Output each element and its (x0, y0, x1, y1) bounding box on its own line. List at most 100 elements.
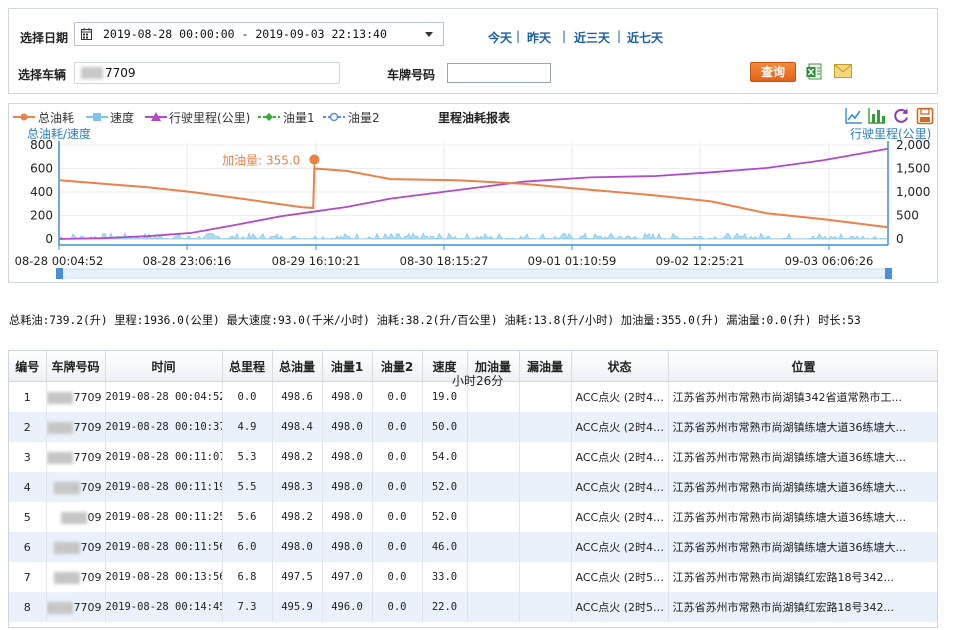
table-row[interactable]: 2 7709 2019-08-28 00:10:37 4.9 498.4 498.0 0.0… (9, 412, 937, 442)
table-cell: 33.0 (422, 562, 468, 592)
table-cell: 709 (46, 562, 106, 592)
table-cell: 498.0 (322, 532, 373, 562)
table-cell (467, 592, 520, 622)
status-cell: ACC点火 (2时47分) (571, 472, 669, 502)
plate-suffix: 7709 (73, 600, 102, 614)
table-cell: 4 (9, 472, 47, 502)
status-cell: ACC点火 (2时48分) (571, 532, 669, 562)
x-tick-label: 09-03 06:06:26 (785, 254, 874, 268)
table-cell: 7709 (46, 592, 106, 622)
plate-suffix: 7709 (73, 450, 102, 464)
table-cell: 5.6 (222, 502, 273, 532)
y-tick-label-right: 500 (896, 209, 919, 223)
y-tick-label-right: 2,000 (896, 138, 930, 152)
table-cell: 498.0 (272, 532, 323, 562)
redacted-plate (46, 601, 73, 614)
table-cell: 50.0 (422, 412, 468, 442)
table-cell: 2019-08-28 00:11:07 (105, 442, 223, 472)
y-tick-label-left: 200 (30, 209, 53, 223)
data-table: 编号 车牌号码 时间 总里程 总油量 油量1 油量2 速度 加油量 漏油量 状态 位置 1 7709 20… (8, 350, 938, 628)
location-cell: 江苏省苏州市常熟市尚湖镇练塘大道36练塘大... (668, 412, 937, 442)
location-cell: 江苏省苏州市常熟市尚湖镇红宏路18号342... (668, 592, 937, 622)
table-cell: 7709 (46, 381, 106, 412)
x-tick-label: 08-30 18:15:27 (400, 254, 489, 268)
table-cell: 0.0 (372, 381, 423, 412)
table-cell (519, 562, 572, 592)
y-tick-label-left: 0 (45, 232, 53, 246)
table-cell (467, 472, 520, 502)
table-cell (467, 562, 520, 592)
column-header: 时间 (105, 351, 223, 382)
table-row[interactable]: 5 09 2019-08-28 00:11:25 5.6 498.2 498.0 0.0 52… (9, 502, 937, 532)
table-cell: 0.0 (372, 502, 423, 532)
y-tick-label-right: 1,500 (896, 162, 930, 176)
table-row[interactable]: 8 7709 2019-08-28 00:14:45 7.3 495.9 496.0 0.0… (9, 592, 937, 622)
column-header: 编号 (9, 351, 47, 382)
redacted-plate (53, 541, 80, 554)
location-cell: 江苏省苏州市常熟市尚湖镇342省道常熟市工... (668, 381, 937, 412)
plate-suffix: 709 (80, 480, 102, 494)
table-cell: 2019-08-28 00:11:25 (105, 502, 223, 532)
table-cell (519, 381, 572, 412)
table-cell: 2019-08-28 00:11:56 (105, 532, 223, 562)
table-cell: 6.0 (222, 532, 273, 562)
table-cell: 22.0 (422, 592, 468, 622)
plate-suffix: 7709 (73, 390, 102, 404)
column-header: 位置 (668, 351, 937, 382)
table-cell: 1 (9, 381, 47, 412)
table-cell: 2019-08-28 00:11:19 (105, 472, 223, 502)
x-tick-label: 08-29 16:10:21 (272, 254, 361, 268)
redacted-plate (53, 481, 80, 494)
column-header: 漏油量 (519, 351, 572, 382)
table-cell: 709 (46, 472, 106, 502)
column-header: 车牌号码 (46, 351, 106, 382)
status-cell: ACC点火 (2时51分) (571, 592, 669, 622)
location-cell: 江苏省苏州市常熟市尚湖镇练塘大道36练塘大... (668, 532, 937, 562)
redacted-plate (46, 391, 73, 404)
status-cell: ACC点火 (2时46分) (571, 412, 669, 442)
location-cell: 江苏省苏州市常熟市尚湖镇练塘大道36练塘大... (668, 502, 937, 532)
status-cell: ACC点火 (2时50分) (571, 562, 669, 592)
table-cell (467, 502, 520, 532)
y-tick-label-left: 600 (30, 162, 53, 176)
table-cell (519, 502, 572, 532)
table-cell (519, 592, 572, 622)
redacted-plate (46, 451, 73, 464)
table-row[interactable]: 6 709 2019-08-28 00:11:56 6.0 498.0 498.0 0.0 4… (9, 532, 937, 562)
x-tick-label: 09-01 01:10:59 (528, 254, 617, 268)
x-tick-label: 09-02 12:25:21 (656, 254, 745, 268)
table-cell: 2019-08-28 00:10:37 (105, 412, 223, 442)
table-cell: 3 (9, 442, 47, 472)
y-tick-label-right: 0 (896, 232, 904, 246)
table-cell: 498.2 (272, 502, 323, 532)
table-cell: 52.0 (422, 502, 468, 532)
table-cell: 5 (9, 502, 47, 532)
table-row[interactable]: 4 709 2019-08-28 00:11:19 5.5 498.3 498.0 0.0 5… (9, 472, 937, 502)
column-header: 总油量 (272, 351, 323, 382)
table-cell (519, 412, 572, 442)
redacted-plate (53, 571, 80, 584)
table-cell: 0.0 (222, 381, 273, 412)
series-mileage-line (58, 147, 889, 240)
table-cell: 7709 (46, 412, 106, 442)
summary-statistics: 总耗油:739.2(升) 里程:1936.0(公里) 最大速度:93.0(千米/… (9, 314, 861, 327)
table-cell: 498.6 (272, 381, 323, 412)
duration-overflow-text: 小时26分 (452, 374, 504, 388)
table-row[interactable]: 3 7709 2019-08-28 00:11:07 5.3 498.2 498.0 0.0… (9, 442, 937, 472)
location-cell: 江苏省苏州市常熟市尚湖镇练塘大道36练塘大... (668, 472, 937, 502)
table-cell (519, 532, 572, 562)
table-cell: 4.9 (222, 412, 273, 442)
table-cell: 8 (9, 592, 47, 622)
table-cell: 7709 (46, 442, 106, 472)
location-cell: 江苏省苏州市常熟市尚湖镇练塘大道36练塘大... (668, 442, 937, 472)
mileage-fuel-chart: 800 600 400 200 0 2,000 1,500 1,000 500 0 08-28 00… (15, 138, 930, 279)
location-cell: 江苏省苏州市常熟市尚湖镇红宏路18号342... (668, 562, 937, 592)
table-cell: 497.5 (272, 562, 323, 592)
table-cell (519, 472, 572, 502)
series-total-fuel-line (58, 167, 889, 229)
table-cell: 2019-08-28 00:13:56 (105, 562, 223, 592)
table-cell: 0.0 (372, 532, 423, 562)
table-cell: 498.0 (322, 472, 373, 502)
table-row[interactable]: 7 709 2019-08-28 00:13:56 6.8 497.5 497.0 0.0 3… (9, 562, 937, 592)
x-tick-label: 08-28 00:04:52 (15, 254, 104, 268)
